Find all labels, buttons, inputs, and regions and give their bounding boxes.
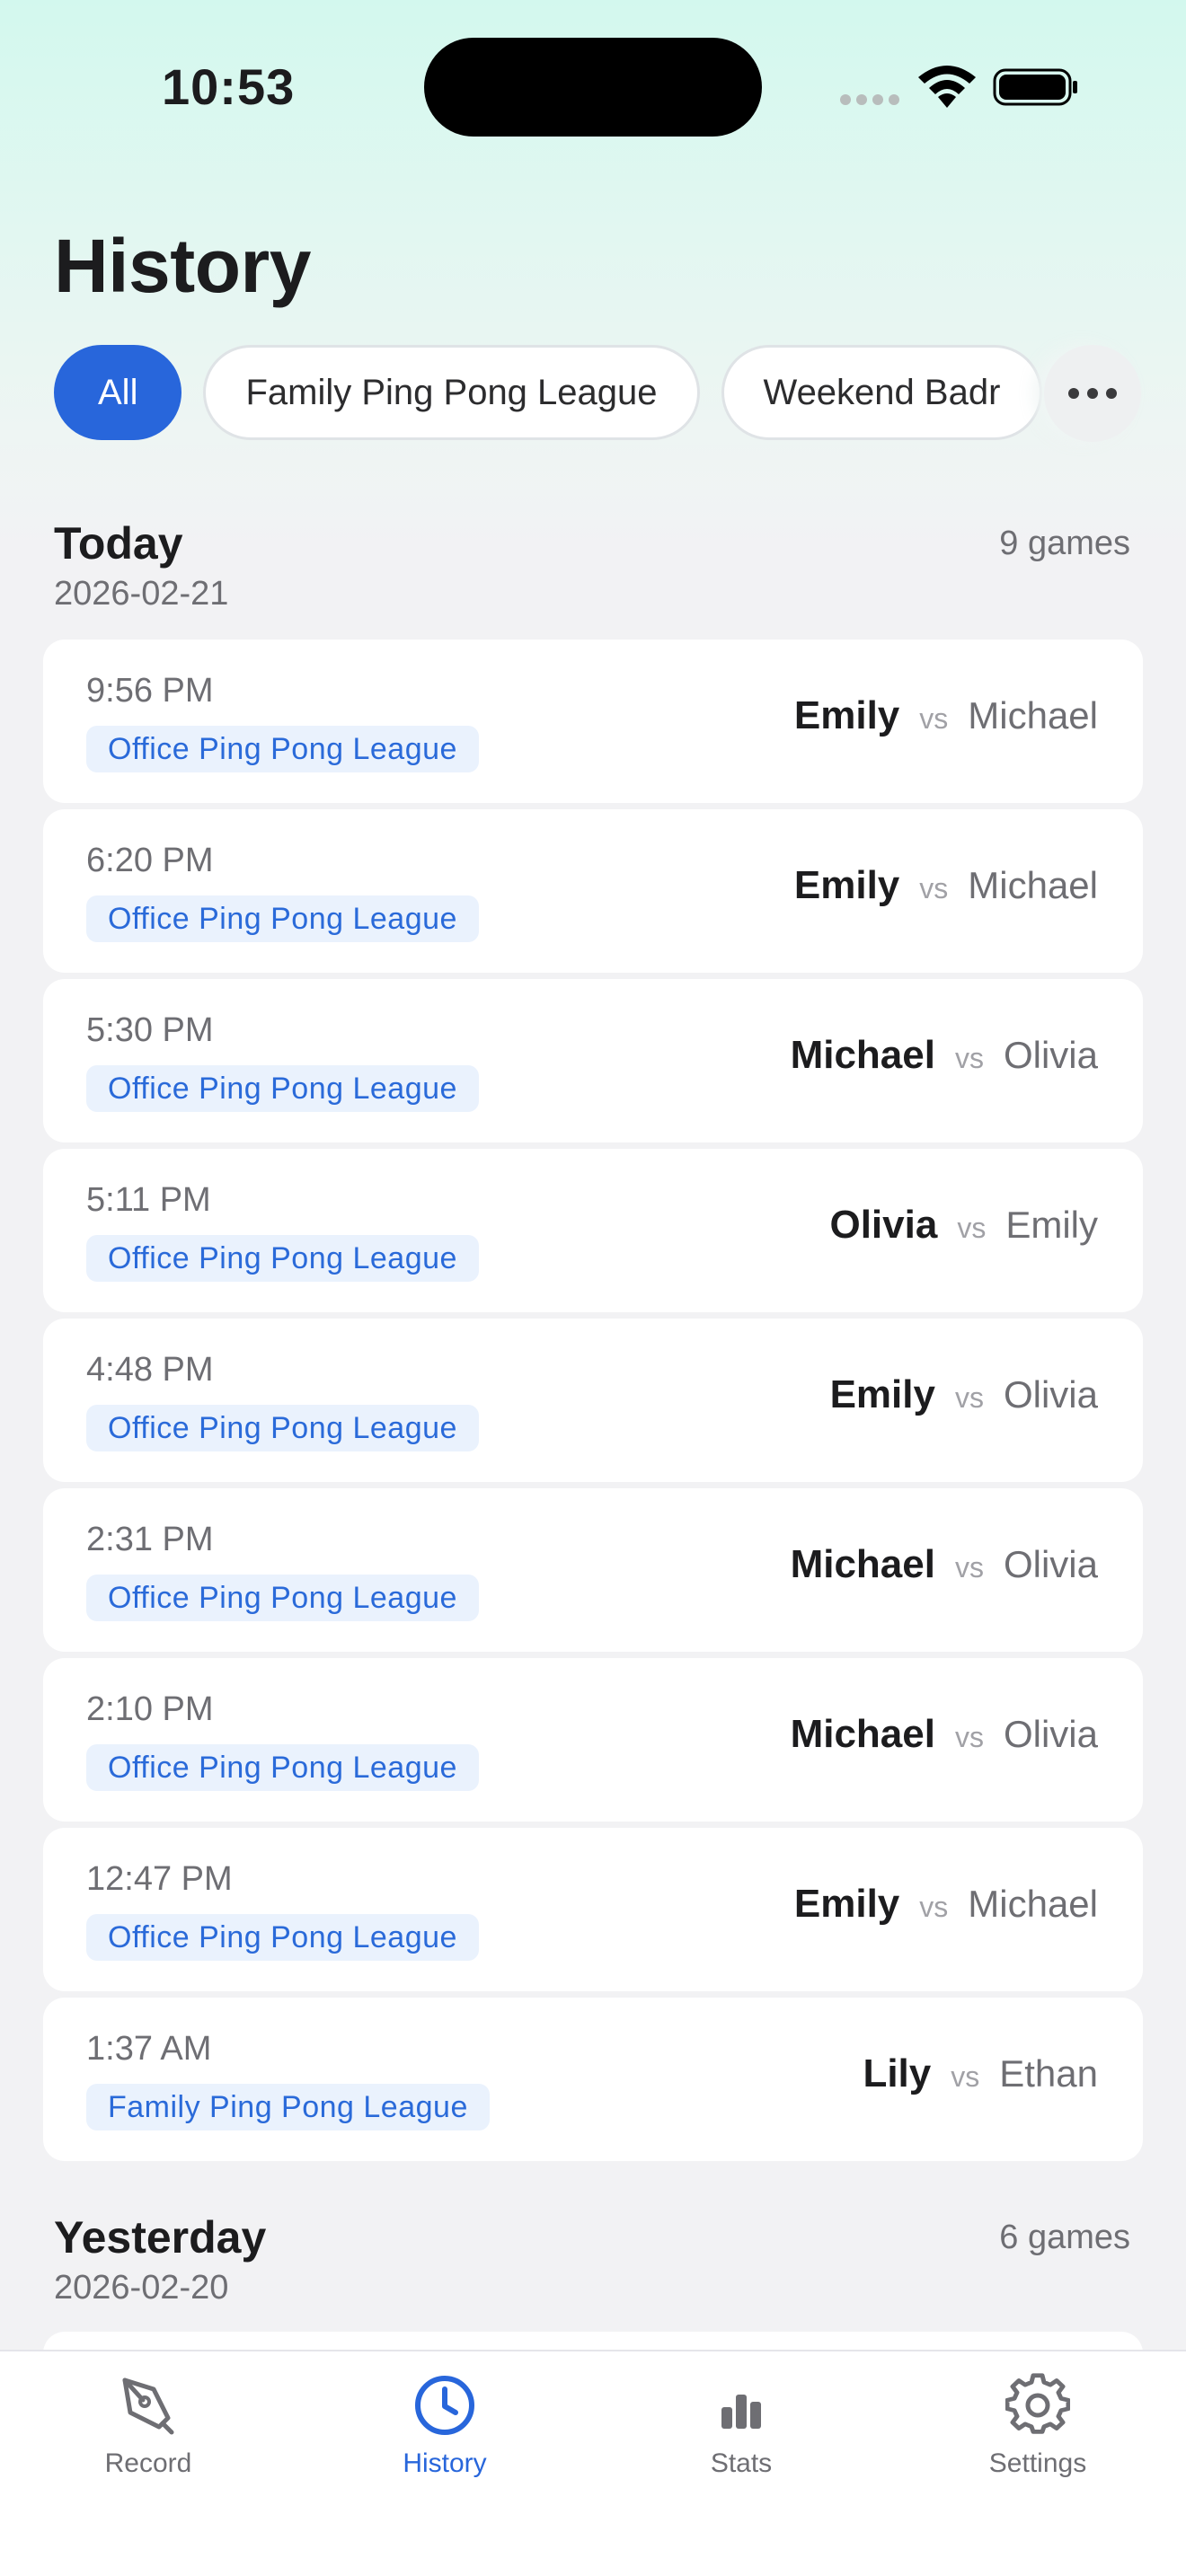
winner-name: Lily xyxy=(863,2051,932,2095)
game-card[interactable]: 5:11 PM Office Ping Pong League Olivia v… xyxy=(43,1149,1143,1312)
tab-history[interactable]: History xyxy=(296,2351,593,2495)
loser-name: Ethan xyxy=(999,2052,1098,2095)
match-players: Olivia vs Emily xyxy=(829,1203,1098,1248)
gear-icon xyxy=(1005,2373,1070,2434)
winner-name: Emily xyxy=(793,693,900,737)
league-tag: Office Ping Pong League xyxy=(86,1065,479,1112)
vs-label: vs xyxy=(951,2060,980,2093)
game-time: 9:56 PM xyxy=(86,672,214,710)
tab-record[interactable]: Record xyxy=(0,2351,296,2495)
loser-name: Emily xyxy=(1005,1204,1098,1246)
match-players: Emily vs Olivia xyxy=(830,1372,1098,1417)
league-tag: Office Ping Pong League xyxy=(86,726,479,772)
vs-label: vs xyxy=(919,872,949,904)
league-tag: Family Ping Pong League xyxy=(86,2084,490,2130)
loser-name: Michael xyxy=(968,694,1098,737)
tab-bar: Record History Stats Settings xyxy=(0,2350,1186,2576)
loser-name: Olivia xyxy=(1003,1034,1098,1076)
league-tag: Office Ping Pong League xyxy=(86,1744,479,1791)
tab-settings[interactable]: Settings xyxy=(890,2351,1186,2495)
game-card[interactable]: 6:20 PM Office Ping Pong League Emily vs… xyxy=(43,809,1143,973)
game-list-today: 9:56 PM Office Ping Pong League Emily vs… xyxy=(43,640,1143,2167)
wifi-icon xyxy=(918,66,976,108)
match-players: Michael vs Olivia xyxy=(791,1712,1098,1757)
vs-label: vs xyxy=(957,1212,987,1244)
game-card[interactable]: 9:56 PM Office Ping Pong League Emily vs… xyxy=(43,640,1143,803)
winner-name: Michael xyxy=(790,1033,935,1077)
game-time: 2:31 PM xyxy=(86,1521,214,1558)
loser-name: Olivia xyxy=(1003,1543,1098,1585)
tab-label: History xyxy=(403,2448,487,2478)
game-card[interactable]: 5:30 PM Office Ping Pong League Michael … xyxy=(43,979,1143,1142)
match-players: Emily vs Michael xyxy=(794,1882,1098,1927)
loser-name: Olivia xyxy=(1003,1373,1098,1416)
league-tag: Office Ping Pong League xyxy=(86,1575,479,1621)
game-time: 6:20 PM xyxy=(86,842,214,879)
loser-name: Michael xyxy=(968,1883,1098,1925)
league-tag: Office Ping Pong League xyxy=(86,895,479,942)
league-tag: Office Ping Pong League xyxy=(86,1235,479,1282)
vs-label: vs xyxy=(954,1381,984,1414)
filter-chip-weekend-badminton[interactable]: Weekend Badr xyxy=(721,345,1043,440)
section-title: Yesterday xyxy=(54,2212,267,2263)
winner-name: Emily xyxy=(793,1882,900,1926)
game-card[interactable]: 12:47 PM Office Ping Pong League Emily v… xyxy=(43,1828,1143,1991)
section-game-count: 9 games xyxy=(999,525,1130,562)
section-header-yesterday: Yesterday 6 games 2026-02-20 xyxy=(0,2211,1186,2319)
vs-label: vs xyxy=(954,1551,984,1584)
game-time: 5:11 PM xyxy=(86,1181,211,1219)
tab-label: Record xyxy=(104,2448,192,2478)
clock-icon xyxy=(415,2376,474,2435)
filter-chip-family-ping-pong-league[interactable]: Family Ping Pong League xyxy=(203,345,700,440)
league-tag: Office Ping Pong League xyxy=(86,1405,479,1451)
league-filter-bar: All Family Ping Pong League Weekend Badr xyxy=(54,345,1051,440)
game-card[interactable]: 4:48 PM Office Ping Pong League Emily vs… xyxy=(43,1319,1143,1482)
status-time: 10:53 xyxy=(162,58,296,115)
section-game-count: 6 games xyxy=(999,2219,1130,2256)
loser-name: Olivia xyxy=(1003,1713,1098,1755)
page-title: History xyxy=(54,224,311,308)
vs-label: vs xyxy=(954,1042,984,1074)
game-time: 12:47 PM xyxy=(86,1860,233,1898)
game-card[interactable]: 2:10 PM Office Ping Pong League Michael … xyxy=(43,1658,1143,1822)
vs-label: vs xyxy=(919,702,949,735)
filter-chip-all[interactable]: All xyxy=(54,345,182,440)
match-players: Emily vs Michael xyxy=(794,863,1098,908)
pen-icon xyxy=(122,2378,174,2435)
tab-label: Settings xyxy=(988,2448,1087,2478)
section-header-today: Today 9 games 2026-02-21 xyxy=(0,517,1186,625)
vs-label: vs xyxy=(954,1721,984,1753)
game-time: 4:48 PM xyxy=(86,1351,214,1389)
section-date: 2026-02-21 xyxy=(54,575,229,613)
status-bar: 10:53 xyxy=(0,0,1186,171)
loser-name: Michael xyxy=(968,864,1098,906)
match-players: Michael vs Olivia xyxy=(791,1542,1098,1587)
game-card[interactable]: 2:31 PM Office Ping Pong League Michael … xyxy=(43,1488,1143,1652)
match-players: Emily vs Michael xyxy=(794,693,1098,738)
match-players: Lily vs Ethan xyxy=(863,2051,1098,2096)
more-filters-button[interactable] xyxy=(1044,345,1141,442)
winner-name: Emily xyxy=(793,863,900,907)
winner-name: Michael xyxy=(790,1542,935,1586)
ellipsis-icon xyxy=(1068,388,1117,399)
dynamic-island xyxy=(424,38,762,137)
tab-stats[interactable]: Stats xyxy=(593,2351,890,2495)
tab-label: Stats xyxy=(710,2448,773,2478)
section-date: 2026-02-20 xyxy=(54,2269,229,2307)
game-time: 2:10 PM xyxy=(86,1690,214,1728)
section-title: Today xyxy=(54,518,183,569)
cellular-signal-icon xyxy=(840,94,899,105)
game-time: 5:30 PM xyxy=(86,1011,214,1049)
winner-name: Emily xyxy=(829,1372,935,1416)
battery-icon xyxy=(993,68,1077,106)
winner-name: Michael xyxy=(790,1712,935,1756)
league-tag: Office Ping Pong League xyxy=(86,1914,479,1961)
bar-chart-icon xyxy=(721,2395,761,2429)
vs-label: vs xyxy=(919,1891,949,1923)
game-card[interactable]: 1:37 AM Family Ping Pong League Lily vs … xyxy=(43,1998,1143,2161)
winner-name: Olivia xyxy=(829,1203,938,1247)
match-players: Michael vs Olivia xyxy=(791,1033,1098,1078)
game-time: 1:37 AM xyxy=(86,2030,212,2068)
